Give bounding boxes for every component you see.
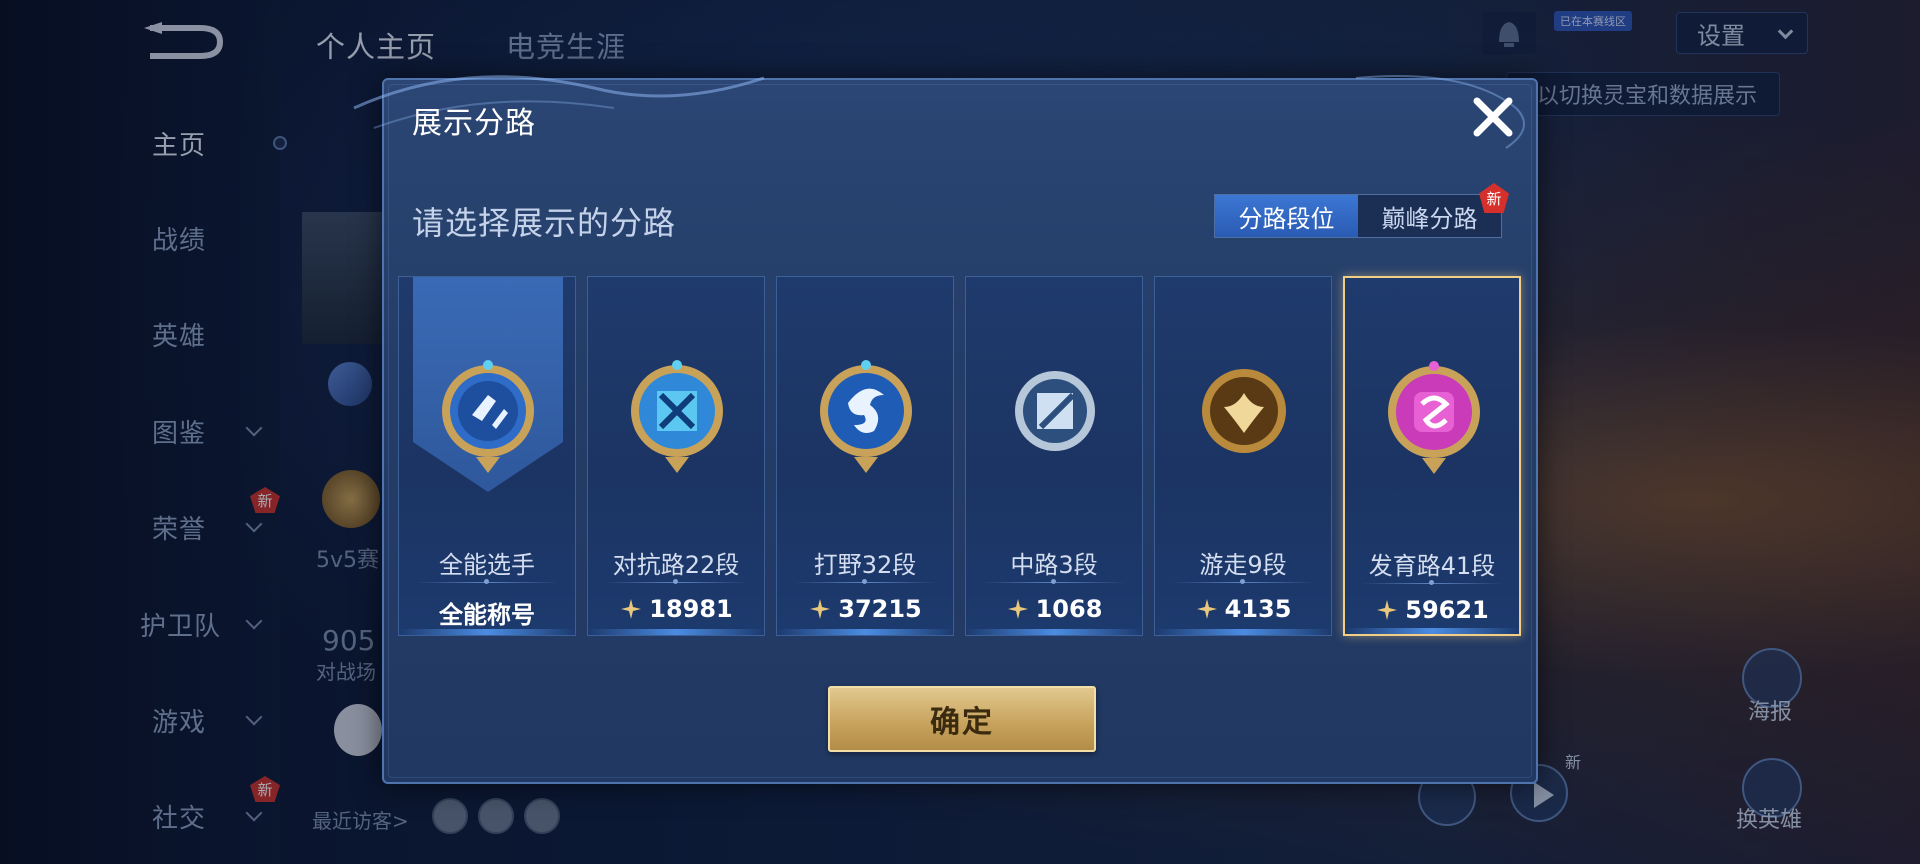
lane-card-clash[interactable]: 对抗路22段 18981 — [587, 276, 765, 636]
dialog-title: 展示分路 — [412, 106, 536, 141]
lane-card-all-round[interactable]: 全能选手 全能称号 — [398, 276, 576, 636]
lane-card-jungle[interactable]: 打野32段 37215 — [776, 276, 954, 636]
lane-name: 游走9段 — [1199, 551, 1287, 579]
lane-card-roam[interactable]: 游走9段 4135 — [1154, 276, 1332, 636]
combat-power-icon — [1007, 599, 1028, 619]
roam-emblem-icon — [1202, 369, 1286, 453]
combat-power-icon — [810, 599, 831, 619]
mid-lane-emblem-icon — [1015, 371, 1095, 451]
toggle-lane-rank[interactable]: 分路段位 — [1215, 195, 1358, 237]
lane-value: 全能称号 — [399, 595, 575, 630]
lane-value: 18981 — [588, 595, 764, 623]
combat-power-icon — [1377, 600, 1398, 620]
lane-value: 37215 — [777, 595, 953, 623]
divider — [982, 579, 1126, 584]
lane-value: 1068 — [966, 595, 1142, 623]
all-round-emblem-icon — [442, 360, 534, 473]
close-button[interactable] — [1466, 90, 1520, 144]
lane-name: 打野32段 — [813, 551, 917, 579]
new-badge: 新 — [1479, 183, 1509, 213]
toggle-peak-lane[interactable]: 巅峰分路 — [1358, 195, 1501, 237]
combat-power-value: 37215 — [838, 595, 922, 623]
combat-power-icon — [1196, 599, 1217, 619]
confirm-button[interactable]: 确定 — [828, 686, 1096, 752]
lane-card-mid[interactable]: 中路3段 1068 — [965, 276, 1143, 636]
jungle-emblem-icon — [820, 360, 912, 473]
divider — [793, 579, 937, 584]
lane-name: 中路3段 — [1010, 551, 1098, 579]
divider — [1361, 580, 1503, 585]
dialog-subtitle: 请选择展示的分路 — [412, 204, 677, 242]
combat-power-value: 59621 — [1405, 596, 1489, 624]
divider — [1171, 579, 1315, 584]
lane-card-list: 全能选手 全能称号 对抗路22段 18981 打野32段 37215 中路3段 … — [398, 276, 1524, 636]
lane-name: 对抗路22段 — [612, 551, 740, 579]
combat-power-value: 1068 — [1035, 595, 1103, 623]
combat-power-value: 4135 — [1224, 595, 1292, 623]
divider — [604, 579, 748, 584]
lane-name: 全能选手 — [439, 551, 535, 579]
lane-mode-toggle: 分路段位 巅峰分路 新 — [1214, 183, 1509, 238]
divider — [415, 579, 559, 584]
lane-value: 59621 — [1345, 596, 1519, 624]
close-icon — [1473, 97, 1513, 137]
display-lane-dialog: 展示分路 请选择展示的分路 分路段位 巅峰分路 新 全能选手 全能称号 对抗路2… — [353, 75, 1538, 784]
lane-card-farm[interactable]: 发育路41段 59621 — [1343, 276, 1521, 636]
farm-lane-emblem-icon — [1388, 361, 1480, 474]
lane-value: 4135 — [1155, 595, 1331, 623]
combat-power-icon — [621, 599, 642, 619]
title-label: 全能称号 — [439, 601, 535, 629]
lane-name: 发育路41段 — [1368, 552, 1496, 580]
combat-power-value: 18981 — [649, 595, 733, 623]
clash-lane-emblem-icon — [631, 360, 723, 473]
